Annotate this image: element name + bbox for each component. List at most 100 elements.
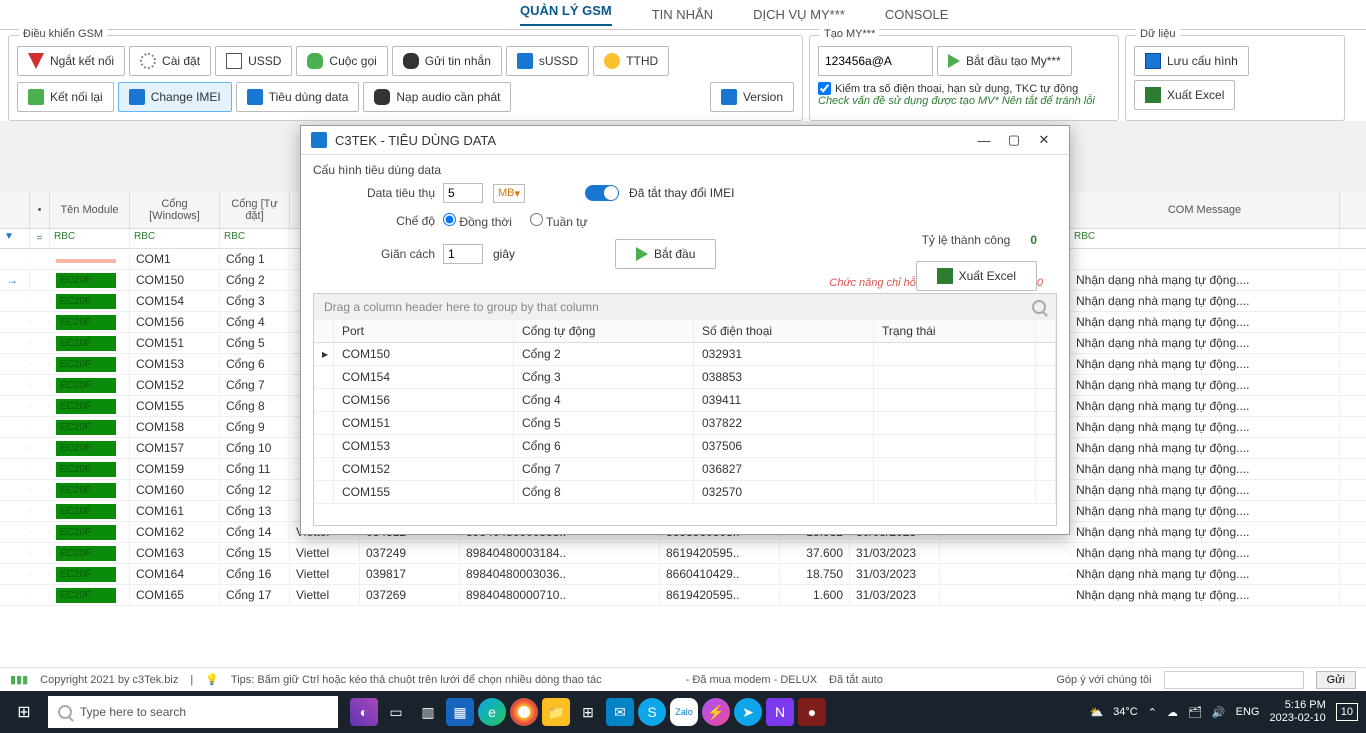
modal-titlebar[interactable]: C3TEK - TIÊU DÙNG DATA — ▢ ✕ [301,126,1069,155]
onenote-icon[interactable]: N [766,698,794,726]
start-button[interactable]: ⊞ [0,702,48,722]
feedback-input[interactable] [1164,671,1304,689]
close-button[interactable]: ✕ [1029,132,1059,148]
table-row[interactable]: ▸COM150Cổng 2032931 [314,343,1056,366]
chrome-icon[interactable] [510,698,538,726]
tthd-button[interactable]: TTHD [593,46,669,76]
send-button[interactable]: Gửi [1316,671,1356,689]
calc-icon[interactable]: ▦ [446,698,474,726]
disconnect-button[interactable]: Ngắt kết nối [17,46,125,76]
table-row[interactable]: COM155Cổng 8032570 [314,481,1056,504]
tips-text: Tips: Bấm giữ Ctrl hoặc kéo thả chuột tr… [231,674,602,686]
table-row[interactable]: EC20F COM164 Cổng 16 Viettel 039817 8984… [0,564,1366,585]
telegram-icon[interactable]: ➤ [734,698,762,726]
battery-icon[interactable]: 🗂 [1188,706,1202,719]
task-view-icon[interactable]: ▭ [382,698,410,726]
volume-icon[interactable]: 🔊 [1212,706,1226,719]
data-usage-button[interactable]: Tiêu dùng data [236,82,360,112]
header-msg[interactable]: COM Message [1070,192,1340,228]
audio-button[interactable]: Nạp audio cần phát [363,82,511,112]
save-config-button[interactable]: Lưu cấu hình [1134,46,1249,76]
tab-gsm[interactable]: QUẢN LÝ GSM [520,3,612,26]
tab-console[interactable]: CONSOLE [885,7,949,22]
mh-phone[interactable]: Số điện thoại [694,320,874,342]
store-icon[interactable]: ⊞ [574,698,602,726]
data-usage-modal: C3TEK - TIÊU DÙNG DATA — ▢ ✕ Cấu hình ti… [300,125,1070,535]
tray-chevron-icon[interactable]: ⌃ [1148,706,1157,719]
settings-button[interactable]: Cài đặt [129,46,211,76]
minimize-button[interactable]: — [969,133,999,148]
explorer-icon[interactable]: 📁 [542,698,570,726]
modal-start-button[interactable]: Bắt đầu [615,239,716,269]
play-icon [636,247,648,261]
plug-icon [28,89,44,105]
reconnect-button[interactable]: Kết nối lại [17,82,114,112]
rate-value: 0 [1030,233,1037,247]
table-row[interactable]: COM156Cổng 4039411 [314,389,1056,412]
lang-text[interactable]: ENG [1236,706,1260,718]
messenger-icon[interactable]: ⚡ [702,698,730,726]
taskbar-search[interactable]: Type here to search [48,696,338,728]
feedback-label: Góp ý với chúng tôi [1056,674,1151,686]
header-module[interactable]: Tên Module [50,192,130,228]
mode-sequential[interactable]: Tuần tự [530,213,596,229]
header-auto[interactable]: Cổng [Tự đặt] [220,192,290,228]
copyright-text: Copyright 2021 by c3Tek.biz [40,674,178,686]
skype-icon[interactable]: S [638,698,666,726]
note-icon [374,89,390,105]
call-button[interactable]: Cuộc gọi [296,46,387,76]
check-phone-checkbox[interactable] [818,82,831,95]
export-excel-button[interactable]: Xuất Excel [1134,80,1235,110]
mail-icon[interactable]: ✉ [606,698,634,726]
cortana-icon[interactable]: ◐ [350,698,378,726]
sussd-button[interactable]: sUSSD [506,46,589,76]
app1-icon[interactable]: ▥ [414,698,442,726]
edge-icon[interactable]: e [478,698,506,726]
modal-export-button[interactable]: Xuất Excel [916,261,1037,291]
table-row[interactable]: EC20F COM165 Cổng 17 Viettel 037269 8984… [0,585,1366,606]
mh-port[interactable]: Port [334,320,514,342]
mh-status[interactable]: Trạng thái [874,320,1036,342]
interval-input[interactable] [443,244,483,264]
signal-icon: ▮▮▮ [10,673,28,686]
calendar-badge[interactable]: 10 [1336,703,1358,721]
table-row[interactable]: COM153Cổng 6037506 [314,435,1056,458]
weather-icon[interactable]: ⛅ [1089,706,1103,719]
mode-concurrent[interactable]: Đồng thời [443,213,520,229]
barcode-icon [129,89,145,105]
coin-icon [604,53,620,69]
table-row[interactable]: COM152Cổng 7036827 [314,458,1056,481]
start-tao-button[interactable]: Bắt đầu tạo My*** [937,46,1072,76]
send-sms-button[interactable]: Gửi tin nhắn [392,46,502,76]
app-icon[interactable]: ● [798,698,826,726]
clock[interactable]: 5:16 PM 2023-02-10 [1269,699,1325,725]
table-row[interactable]: COM154Cổng 3038853 [314,366,1056,389]
header-win[interactable]: Cổng [Windows] [130,192,220,228]
data-panel-title: Dữ liệu [1136,28,1180,40]
imei-toggle[interactable] [585,185,619,201]
search-icon[interactable] [1032,300,1046,314]
tab-sms[interactable]: TIN NHẮN [652,7,713,22]
maximize-button[interactable]: ▢ [999,132,1029,148]
usage-input[interactable] [443,183,483,203]
table-row[interactable]: EC20F COM163 Cổng 15 Viettel 037249 8984… [0,543,1366,564]
modal-grid: Drag a column header here to group by th… [313,293,1057,526]
onedrive-icon[interactable]: ☁ [1167,706,1178,719]
modal-tbody[interactable]: ▸COM150Cổng 2032931COM154Cổng 3038853COM… [314,343,1056,525]
ussd-icon [226,53,242,69]
temp-text: 34°C [1113,706,1138,718]
modal-title-text: C3TEK - TIÊU DÙNG DATA [335,133,496,148]
change-imei-button[interactable]: Change IMEI [118,82,232,112]
unit-select[interactable]: MB ▾ [493,184,525,203]
modal-group-hint[interactable]: Drag a column header here to group by th… [314,294,1056,320]
table-row[interactable]: COM151Cổng 5037822 [314,412,1056,435]
tao-input[interactable] [818,46,933,76]
mh-auto[interactable]: Cổng tự động [514,320,694,342]
tab-my[interactable]: DỊCH VỤ MY*** [753,7,845,22]
version-button[interactable]: Version [710,82,794,112]
tao-hint: Check vấn đề sử dụng được tạo MV* Nên tắ… [818,95,1110,107]
excel-icon [937,268,953,284]
ussd-button[interactable]: USSD [215,46,292,76]
zalo-icon[interactable]: Zalo [670,698,698,726]
mode-label: Chế độ [313,214,443,228]
